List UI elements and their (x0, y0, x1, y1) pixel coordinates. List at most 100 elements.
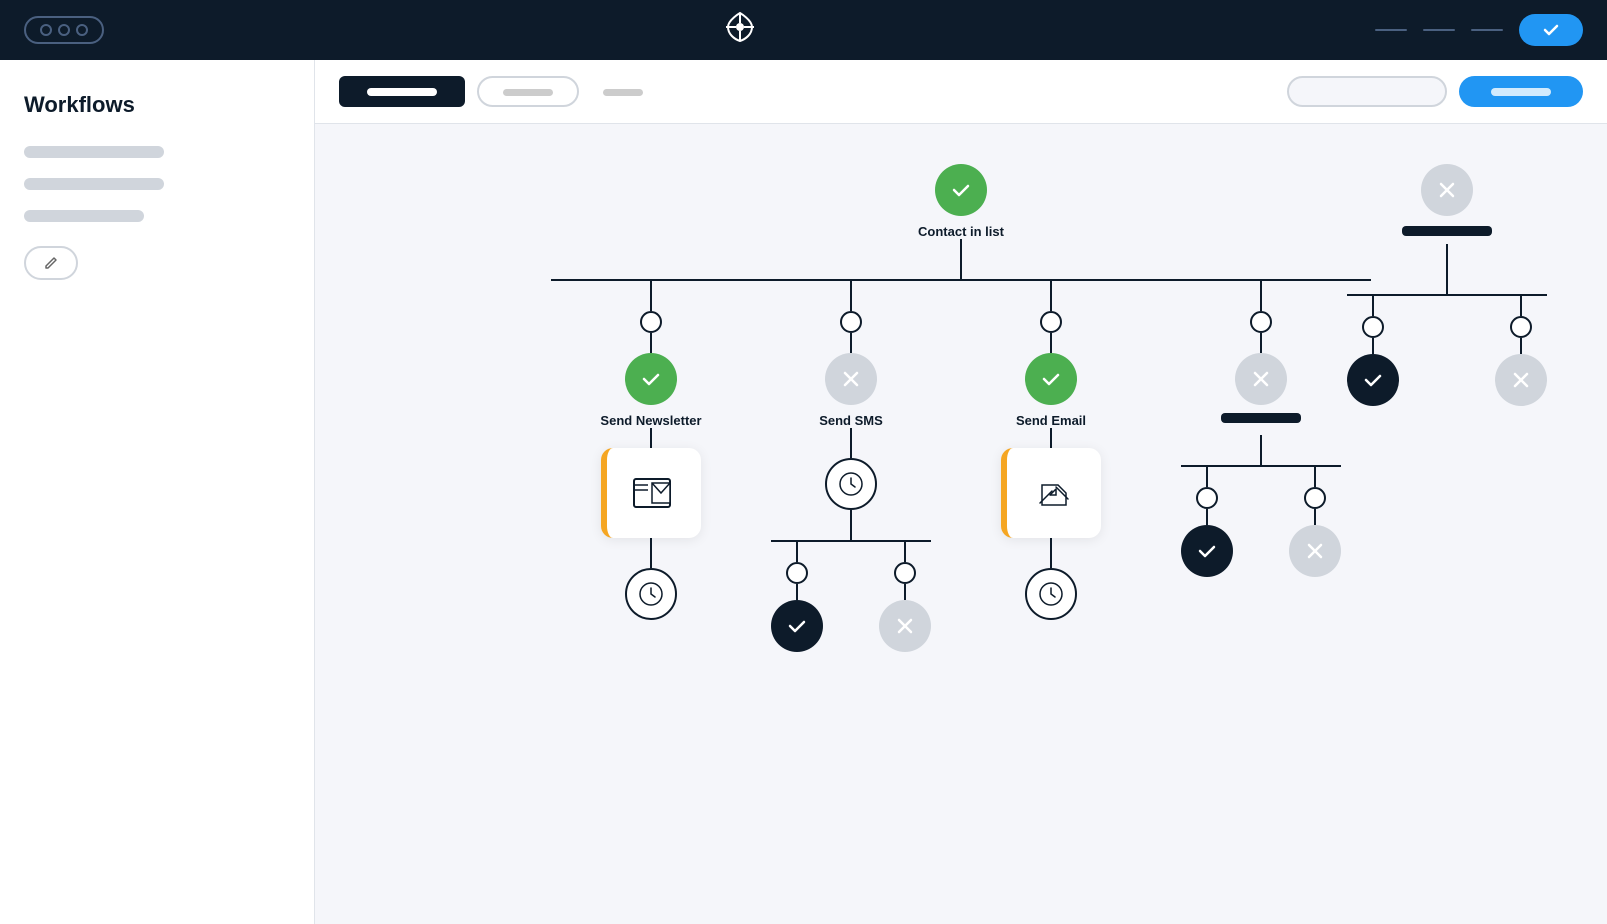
branch4-sub1 (1181, 467, 1233, 577)
email-node-icon[interactable] (1025, 353, 1077, 405)
canvas-toolbar (315, 60, 1607, 124)
b2s2-vline2 (904, 584, 906, 600)
branch2-vline-3 (850, 428, 852, 458)
toolbar-right (1287, 76, 1583, 107)
rps2-circle (1510, 316, 1532, 338)
canvas-area: Contact in list (315, 60, 1607, 924)
branch2-wait-node[interactable] (825, 458, 877, 510)
topbar-dots[interactable] (24, 16, 104, 44)
sms-node-label: Send SMS (819, 413, 883, 428)
newsletter-card[interactable] (601, 448, 701, 538)
branch1-vline-2 (650, 333, 652, 353)
branch4-node-icon[interactable] (1235, 353, 1287, 405)
b4s1-vline (1206, 467, 1208, 487)
branch3-wait-node[interactable] (1025, 568, 1077, 620)
newsletter-node-icon[interactable] (625, 353, 677, 405)
root-connector (960, 239, 962, 279)
rps1-circle (1362, 316, 1384, 338)
sidebar-item-2[interactable] (24, 178, 164, 190)
branch2-sub2 (879, 542, 931, 652)
b2s1-node-icon[interactable] (771, 600, 823, 652)
topbar-center (724, 11, 756, 50)
branch3-circle (1040, 311, 1062, 333)
right-panel-icon[interactable] (1421, 164, 1473, 216)
b4s1-node-icon[interactable] (1181, 525, 1233, 577)
topbar-save-button[interactable] (1519, 14, 1583, 46)
branch2-vline-4 (850, 510, 852, 540)
b2s2-node-icon[interactable] (879, 600, 931, 652)
branch1-vline-3 (650, 428, 652, 448)
b4s2-node-icon[interactable] (1289, 525, 1341, 577)
topbar-right (1375, 14, 1583, 46)
sidebar-item-3[interactable] (24, 210, 144, 222)
branch1-circle (640, 311, 662, 333)
rps1-vline (1372, 296, 1374, 316)
branch4-sub2 (1289, 467, 1341, 577)
branch4-vline-2 (1260, 333, 1262, 353)
right-panel-subbranch (1347, 294, 1547, 406)
branch-newsletter: Send Newsletter (551, 281, 751, 620)
main-layout: Workflows (0, 60, 1607, 924)
rps1-node-icon[interactable] (1347, 354, 1399, 406)
rps2-vline2 (1520, 338, 1522, 354)
branch1-vline-1 (650, 281, 652, 311)
rps2-vline (1520, 296, 1522, 316)
right-panel-vline (1446, 244, 1448, 294)
right-panel-sub2 (1495, 296, 1547, 406)
branch4-vline-1 (1260, 281, 1262, 311)
newsletter-node-label: Send Newsletter (600, 413, 701, 428)
sidebar-edit-button[interactable] (24, 246, 78, 280)
rps1-vline2 (1372, 338, 1374, 354)
email-node-label: Send Email (1016, 413, 1086, 428)
sidebar-item-1[interactable] (24, 146, 164, 158)
branch-placeholder (1151, 281, 1371, 577)
branch-sms: Send SMS (751, 281, 951, 652)
b2s2-circle (894, 562, 916, 584)
toolbar-search-input[interactable] (1287, 76, 1447, 107)
b4s2-circle (1304, 487, 1326, 509)
b2s2-vline (904, 542, 906, 562)
toolbar-primary-button[interactable] (1459, 76, 1583, 107)
email-card[interactable] (1001, 448, 1101, 538)
branch1-vline-4 (650, 538, 652, 568)
b4s2-vline (1314, 467, 1316, 487)
branch2-subbranch (771, 540, 931, 652)
b2s1-circle (786, 562, 808, 584)
root-node-label: Contact in list (918, 224, 1004, 239)
sms-node-icon[interactable] (825, 353, 877, 405)
app-logo (724, 11, 756, 50)
right-panel-sub1 (1347, 296, 1399, 406)
sidebar: Workflows (0, 60, 315, 924)
branch4-subbranch (1181, 465, 1341, 577)
branch3-vline-2 (1050, 333, 1052, 353)
topbar-left (24, 16, 104, 44)
tab-2[interactable] (477, 76, 579, 107)
b4s1-circle (1196, 487, 1218, 509)
branch2-vline-1 (850, 281, 852, 311)
branch3-vline-4 (1050, 538, 1052, 568)
root-node[interactable]: Contact in list (918, 164, 1004, 239)
branch3-vline-3 (1050, 428, 1052, 448)
topbar-menu-line-3 (1471, 29, 1503, 31)
branch-email: Send Email (951, 281, 1151, 620)
b4s2-vline2 (1314, 509, 1316, 525)
main-horizontal-connector (551, 279, 1371, 281)
topbar-dot-1 (40, 24, 52, 36)
branch4-vline-3 (1260, 435, 1262, 465)
topbar-menu-line-1 (1375, 29, 1407, 31)
workflow-canvas: Contact in list (315, 124, 1607, 924)
branch1-wait-node[interactable] (625, 568, 677, 620)
right-panel-label (1402, 226, 1492, 236)
b2s1-vline2 (796, 584, 798, 600)
rps2-node-icon[interactable] (1495, 354, 1547, 406)
tab-3[interactable] (591, 78, 655, 105)
tab-1[interactable] (339, 76, 465, 107)
topbar-dot-3 (76, 24, 88, 36)
toolbar-left (339, 76, 655, 107)
branch2-sub1 (771, 542, 823, 652)
b4s1-vline2 (1206, 509, 1208, 525)
topbar-menu-line-2 (1423, 29, 1455, 31)
topbar-dot-2 (58, 24, 70, 36)
branch4-label-placeholder (1221, 413, 1301, 423)
branch3-vline-1 (1050, 281, 1052, 311)
